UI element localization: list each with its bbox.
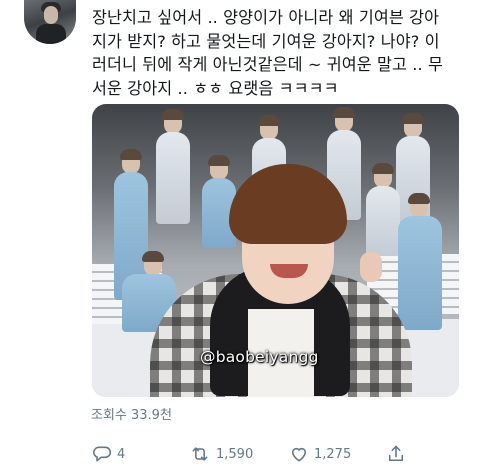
member-head	[208, 155, 230, 180]
member-figure	[398, 216, 442, 330]
member-figure	[366, 186, 400, 256]
retweet-count: 1,590	[216, 446, 254, 462]
media-watermark: @baobeiyangg	[200, 348, 319, 366]
member-head	[402, 113, 424, 138]
heart-icon	[289, 444, 309, 464]
tweet-media-video[interactable]: @baobeiyangg	[92, 104, 459, 397]
like-button[interactable]: 1,275	[289, 443, 351, 465]
tweet-text: 장난치고 싶어서 .. 양양이가 아니라 왜 기여븐 강아 지가 받지? 하고 …	[92, 8, 443, 98]
subject-hand	[360, 252, 382, 282]
avatar-face	[44, 6, 58, 24]
like-count: 1,275	[314, 446, 352, 462]
retweet-icon	[189, 444, 211, 464]
member-head	[142, 251, 164, 276]
retweet-button[interactable]: 1,590	[189, 443, 253, 465]
reply-button[interactable]: 4	[92, 443, 125, 465]
share-icon	[386, 444, 406, 464]
share-button[interactable]	[386, 443, 406, 465]
avatar[interactable]	[24, 0, 76, 44]
view-count: 조회수 33.9천	[91, 408, 172, 423]
member-head	[372, 163, 394, 188]
member-head	[408, 193, 430, 218]
member-figure	[156, 132, 190, 224]
reply-count: 4	[117, 446, 126, 462]
avatar-body	[36, 24, 66, 44]
member-head	[162, 109, 184, 134]
member-head	[258, 115, 280, 140]
tweet-actions: 4 1,590 1,275	[92, 443, 472, 465]
member-head	[120, 149, 142, 174]
reply-icon	[92, 444, 112, 464]
member-head	[333, 107, 355, 132]
